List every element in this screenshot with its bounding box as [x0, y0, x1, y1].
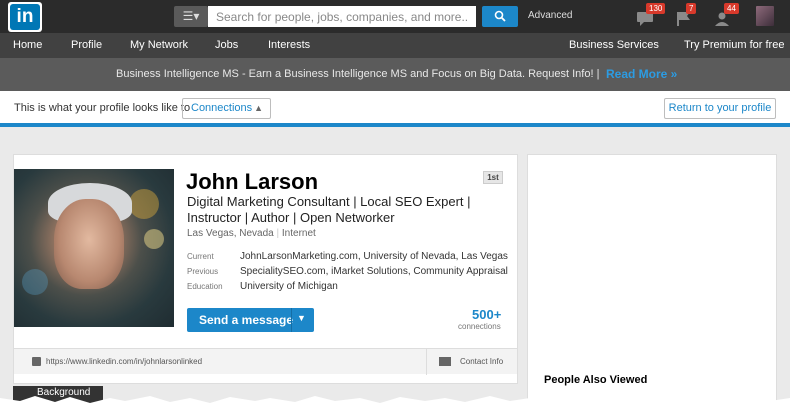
- right-column: People Also Viewed: [527, 154, 777, 408]
- education-value[interactable]: University of Michigan: [240, 281, 338, 292]
- public-profile-url[interactable]: https://www.linkedin.com/in/johnlarsonli…: [46, 357, 202, 366]
- search-category-menu-button[interactable]: ☰▾: [174, 6, 208, 27]
- footer-divider: [426, 349, 427, 375]
- linkedin-logo[interactable]: in: [10, 4, 40, 30]
- contact-card-icon: [439, 357, 451, 366]
- linkedin-small-icon: [32, 357, 41, 366]
- photo-bokeh: [129, 189, 159, 219]
- nav-item-try-premium[interactable]: Try Premium for free: [684, 39, 784, 51]
- education-label: Education: [187, 282, 223, 291]
- send-message-label: Send a message: [199, 313, 294, 327]
- photo-face: [54, 199, 124, 289]
- view-as-label: This is what your profile looks like to: [14, 102, 191, 114]
- account-avatar[interactable]: [756, 6, 774, 26]
- nav-item-interests[interactable]: Interests: [268, 39, 310, 51]
- current-value[interactable]: JohnLarsonMarketing.com, University of N…: [240, 251, 508, 262]
- ad-banner: Business Intelligence MS - Earn a Busine…: [0, 58, 790, 91]
- button-divider: [291, 308, 292, 332]
- main-nav: Home Profile My Network Jobs Interests B…: [0, 33, 790, 58]
- nav-item-jobs[interactable]: Jobs: [215, 39, 238, 51]
- nav-item-profile[interactable]: Profile: [71, 39, 102, 51]
- photo-bokeh: [144, 229, 164, 249]
- profile-view-as-strip: This is what your profile looks like to …: [0, 91, 790, 127]
- search-input[interactable]: [208, 6, 476, 27]
- search-icon: [494, 10, 506, 22]
- return-to-profile-button[interactable]: Return to your profile: [664, 98, 776, 119]
- top-bar: in ☰▾ Advanced 130 7 44: [0, 0, 790, 33]
- notifications-badge: 7: [686, 3, 697, 14]
- nav-item-business-services[interactable]: Business Services: [569, 39, 659, 51]
- profile-photo[interactable]: [14, 169, 174, 327]
- search-button[interactable]: [482, 6, 518, 27]
- people-also-viewed-heading: People Also Viewed: [544, 374, 648, 386]
- view-as-selected-value: Connections: [191, 102, 253, 114]
- profile-card: John Larson 1st Digital Marketing Consul…: [13, 154, 518, 384]
- chevron-down-icon[interactable]: ▼: [297, 313, 306, 323]
- ad-read-more-link[interactable]: Read More »: [606, 67, 677, 81]
- messages-button[interactable]: 130: [636, 3, 666, 27]
- add-connections-button[interactable]: 44: [714, 3, 739, 27]
- previous-value[interactable]: SpecialitySEO.com, iMarket Solutions, Co…: [240, 266, 508, 277]
- profile-location[interactable]: Las Vegas, Nevada: [187, 228, 274, 239]
- previous-label: Previous: [187, 267, 219, 276]
- messages-badge: 130: [646, 3, 666, 14]
- nav-item-home[interactable]: Home: [13, 39, 42, 51]
- select-arrows-icon: ▲: [254, 103, 263, 113]
- view-as-select[interactable]: Connections ▲: [182, 98, 271, 119]
- profile-card-footer: https://www.linkedin.com/in/johnlarsonli…: [14, 348, 517, 375]
- profile-headline: Digital Marketing Consultant | Local SEO…: [187, 194, 471, 225]
- connections-label: connections: [458, 322, 501, 331]
- ad-banner-text[interactable]: Business Intelligence MS - Earn a Busine…: [116, 68, 599, 80]
- send-message-button[interactable]: Send a message ▼: [187, 308, 314, 332]
- notifications-button[interactable]: 7: [676, 3, 700, 27]
- connections-count[interactable]: 500+: [472, 307, 501, 322]
- advanced-search-link[interactable]: Advanced: [528, 10, 572, 21]
- profile-location-line: Las Vegas, Nevada | Internet: [187, 228, 316, 239]
- contact-info-link[interactable]: Contact Info: [460, 357, 503, 366]
- photo-bokeh: [22, 269, 48, 295]
- connections-badge: 44: [724, 3, 739, 14]
- connection-degree-badge: 1st: [483, 171, 503, 184]
- torn-edge-effect: [0, 396, 790, 408]
- nav-item-my-network[interactable]: My Network: [130, 39, 188, 51]
- current-label: Current: [187, 252, 214, 261]
- profile-industry[interactable]: Internet: [282, 228, 316, 239]
- profile-name: John Larson: [186, 169, 319, 194]
